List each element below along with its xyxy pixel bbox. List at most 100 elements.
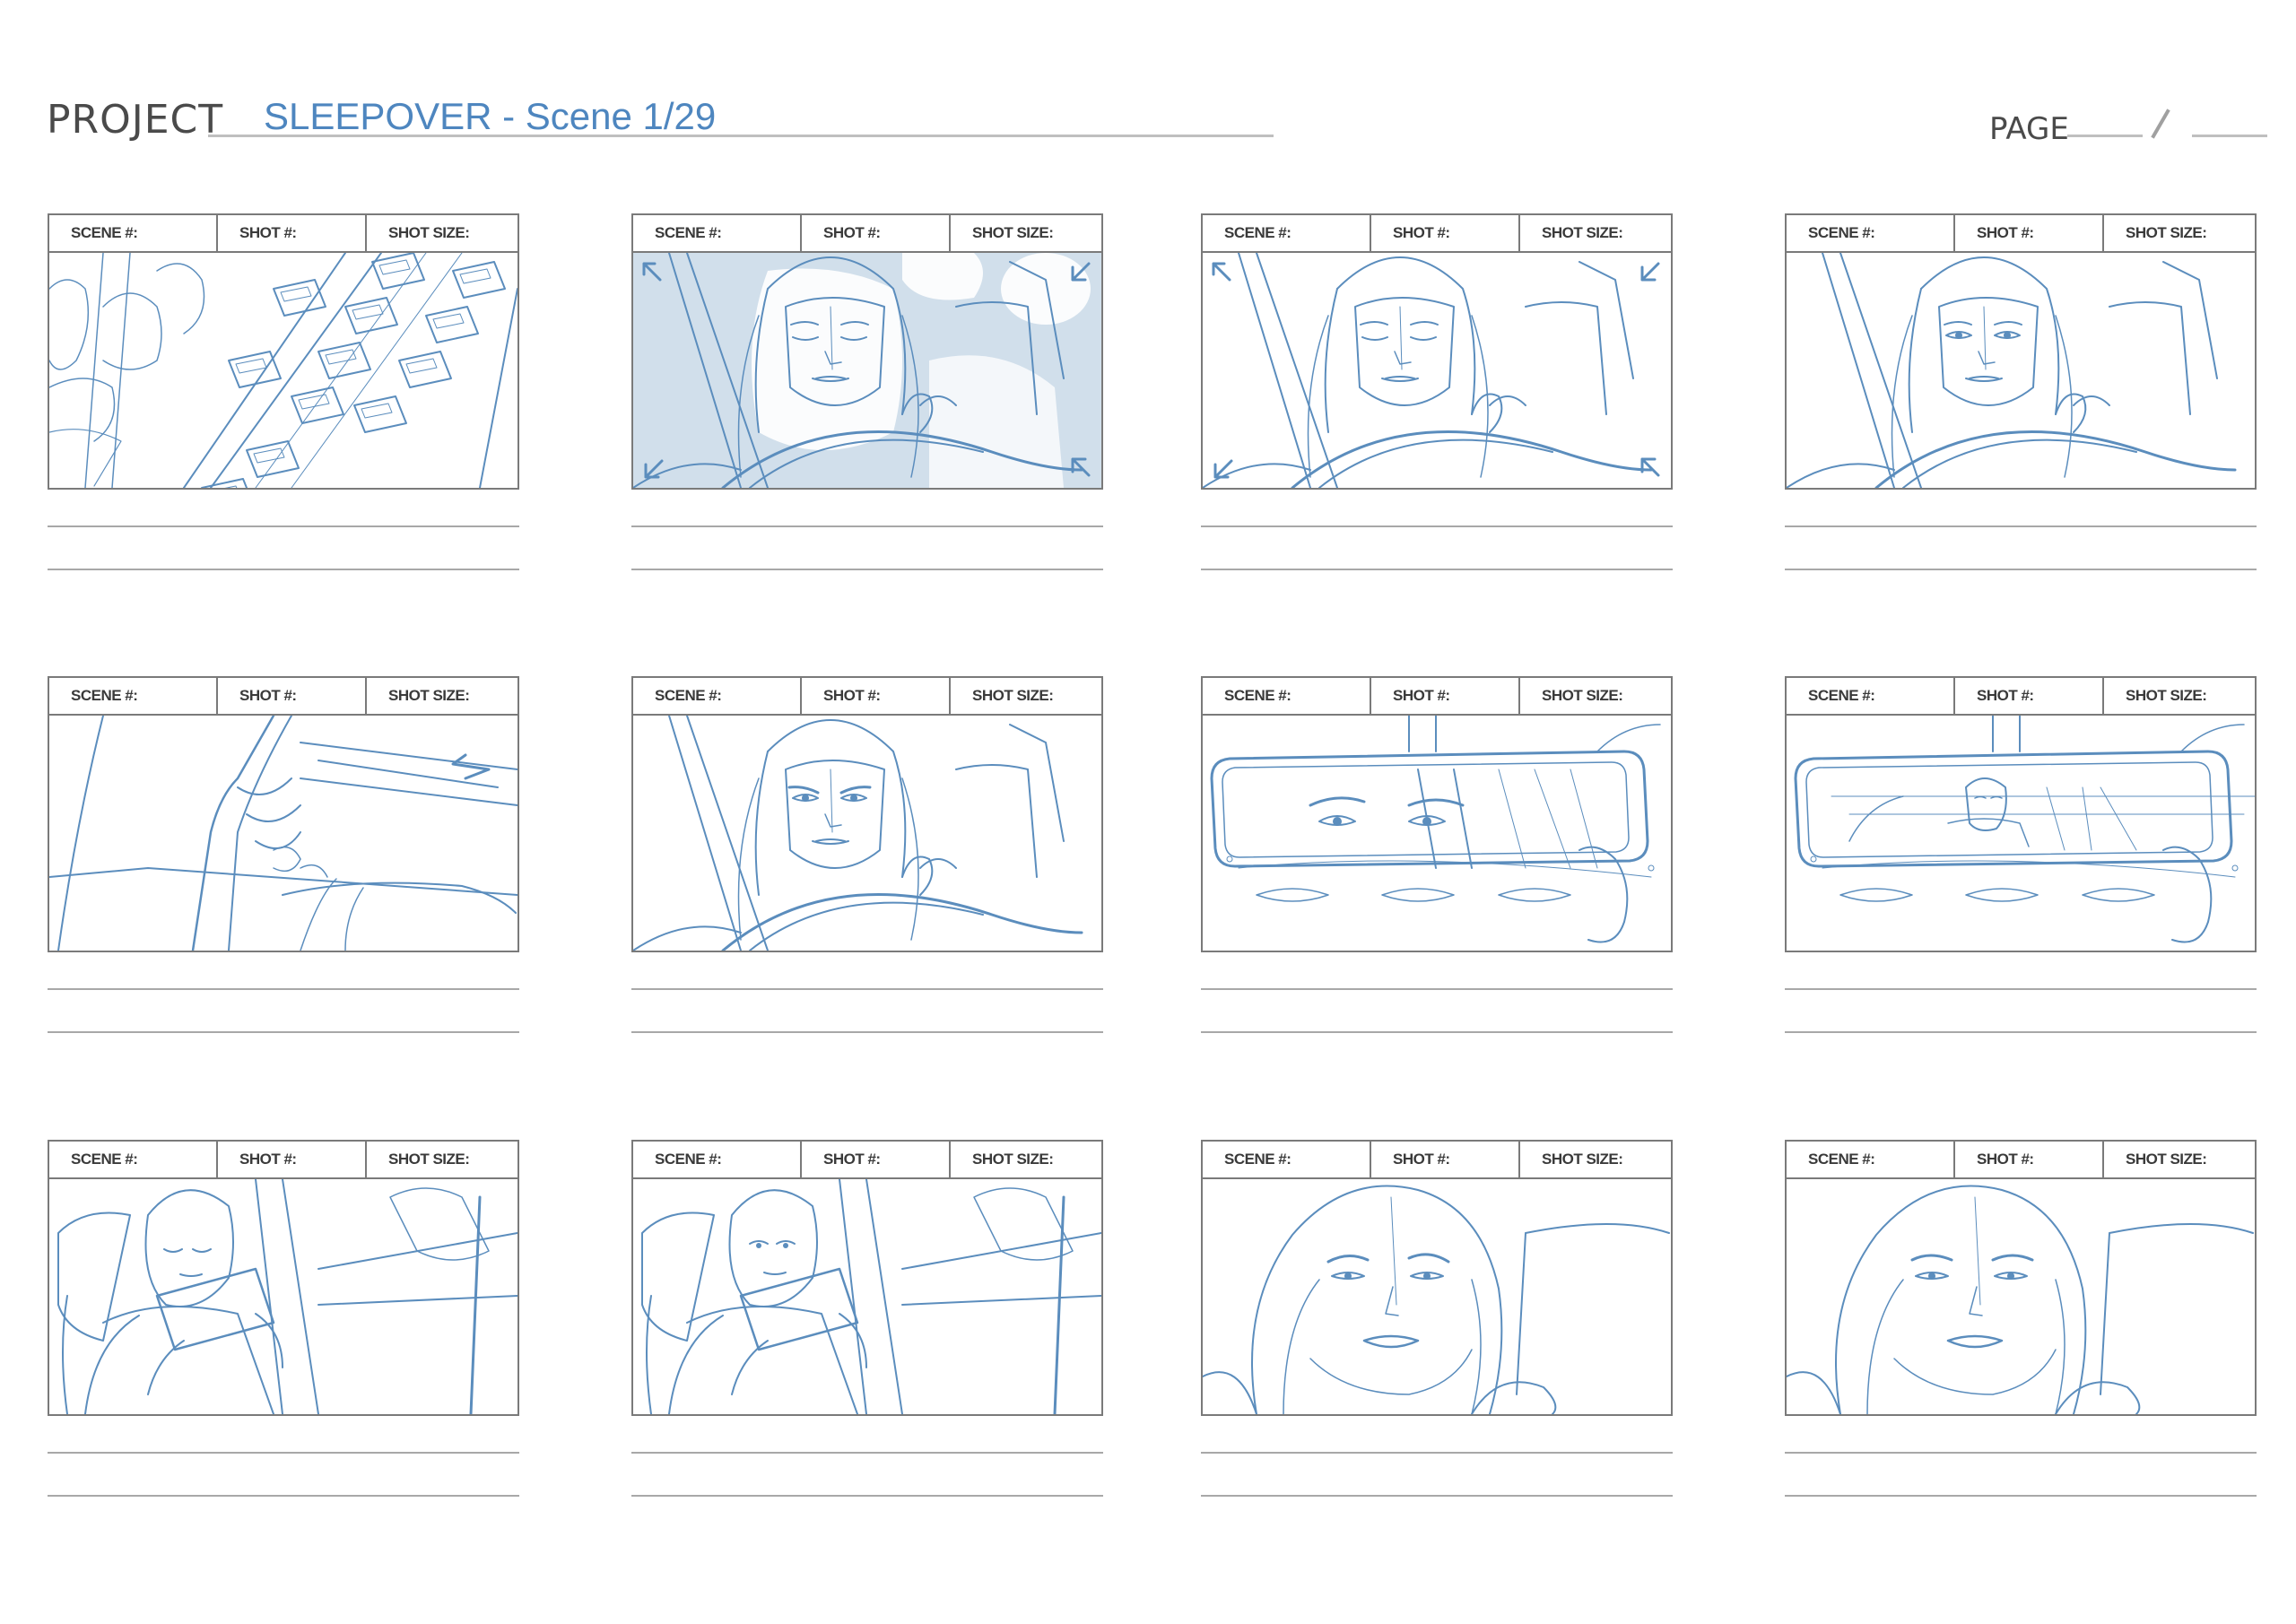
panel-header: SCENE #: SHOT #: SHOT SIZE: — [1203, 1142, 1671, 1179]
panel-header: SCENE #: SHOT #: SHOT SIZE: — [49, 215, 517, 253]
panel-frame: SCENE #: SHOT #: SHOT SIZE: — [48, 213, 519, 490]
panel-header: SCENE #: SHOT #: SHOT SIZE: — [1787, 215, 2255, 253]
shot-number-label: SHOT #: — [218, 1142, 367, 1177]
note-line — [48, 1495, 519, 1497]
sketch-woman-closeup-pursed-lips — [1203, 1185, 1670, 1414]
page-number-blank — [2067, 135, 2143, 137]
shot-number-label: SHOT #: — [802, 1142, 951, 1177]
page-total-blank — [2192, 135, 2267, 137]
shot-size-label: SHOT SIZE: — [1542, 224, 1623, 241]
shot-size-label: SHOT SIZE: — [388, 1151, 470, 1168]
panel-header: SCENE #: SHOT #: SHOT SIZE: — [633, 1142, 1101, 1179]
panel-header: SCENE #: SHOT #: SHOT SIZE: — [633, 678, 1101, 716]
panel-sketch — [1787, 716, 2255, 951]
scene-number-label: SCENE #: — [1787, 678, 1955, 714]
shot-size-label: SHOT SIZE: — [1542, 1151, 1623, 1168]
panel-sketch — [1203, 1179, 1671, 1414]
shot-number-label: SHOT #: — [802, 215, 951, 251]
shot-number-label: SHOT #: — [1955, 678, 2104, 714]
note-line — [1201, 1452, 1673, 1454]
note-line — [1785, 569, 2257, 570]
panel-header: SCENE #: SHOT #: SHOT SIZE: — [49, 1142, 517, 1179]
note-line — [1785, 525, 2257, 527]
note-line — [1201, 1495, 1673, 1497]
shot-number-label: SHOT #: — [1955, 215, 2104, 251]
sketch-woman-driving-eyes-open — [1787, 253, 2237, 488]
shot-size-label: SHOT SIZE: — [972, 687, 1054, 704]
scene-number-label: SCENE #: — [1203, 1142, 1371, 1177]
scene-number-label: SCENE #: — [633, 678, 802, 714]
shot-size-label: SHOT SIZE: — [1542, 687, 1623, 704]
panel-frame: SCENE #: SHOT #: SHOT SIZE: — [1785, 676, 2257, 952]
panel-frame: SCENE #: SHOT #: SHOT SIZE: — [631, 1140, 1103, 1416]
sketch-woman-driving-frowning — [633, 716, 1083, 951]
note-line — [631, 988, 1103, 990]
sketch-woman-driving-eyes-closed-blue-wash — [633, 253, 1101, 488]
note-line — [631, 525, 1103, 527]
scene-number-label: SCENE #: — [633, 215, 802, 251]
panel-sketch — [1203, 253, 1671, 488]
scene-number-label: SCENE #: — [1787, 1142, 1955, 1177]
shot-size-label: SHOT SIZE: — [388, 687, 470, 704]
scene-number-label: SCENE #: — [49, 1142, 218, 1177]
scene-number-label: SCENE #: — [633, 1142, 802, 1177]
shot-number-label: SHOT #: — [218, 215, 367, 251]
sketch-woman-closeup-serious — [1787, 1185, 2254, 1414]
sketch-rearview-mirror-boy-reflection — [1794, 716, 2255, 943]
note-line — [1785, 988, 2257, 990]
shot-size-label: SHOT SIZE: — [388, 224, 470, 241]
panel-frame: SCENE #: SHOT #: SHOT SIZE: — [1201, 676, 1673, 952]
shot-number-label: SHOT #: — [1371, 1142, 1520, 1177]
panel-header: SCENE #: SHOT #: SHOT SIZE: — [1203, 215, 1671, 253]
project-label: PROJECT — [47, 97, 224, 143]
shot-number-label: SHOT #: — [1955, 1142, 2104, 1177]
panel-frame: SCENE #: SHOT #: SHOT SIZE: — [1201, 1140, 1673, 1416]
sketch-foot-on-pedal-closeup — [49, 716, 517, 951]
note-line — [48, 569, 519, 570]
note-line — [1201, 988, 1673, 990]
note-line — [1785, 1031, 2257, 1033]
note-line — [48, 1452, 519, 1454]
shot-number-label: SHOT #: — [802, 678, 951, 714]
panel-frame: SCENE #: SHOT #: SHOT SIZE: — [1785, 213, 2257, 490]
shot-size-label: SHOT SIZE: — [2126, 1151, 2207, 1168]
panel-sketch — [1787, 1179, 2255, 1414]
panel-frame: SCENE #: SHOT #: SHOT SIZE: — [1201, 213, 1673, 490]
panel-header: SCENE #: SHOT #: SHOT SIZE: — [1787, 678, 2255, 716]
panel-sketch — [49, 253, 517, 488]
sketch-rearview-mirror-eyes — [1210, 716, 1661, 943]
sketch-boy-playing-handheld-game — [57, 1179, 517, 1414]
shot-size-label: SHOT SIZE: — [972, 1151, 1054, 1168]
note-line — [1201, 1031, 1673, 1033]
shot-number-label: SHOT #: — [1371, 678, 1520, 714]
note-line — [631, 1452, 1103, 1454]
note-line — [1785, 1452, 2257, 1454]
panel-sketch — [633, 1179, 1101, 1414]
note-line — [1201, 569, 1673, 570]
panel-header: SCENE #: SHOT #: SHOT SIZE: — [49, 678, 517, 716]
scene-number-label: SCENE #: — [1787, 215, 1955, 251]
note-line — [631, 1495, 1103, 1497]
shot-number-label: SHOT #: — [218, 678, 367, 714]
panel-sketch — [633, 253, 1101, 488]
panel-frame: SCENE #: SHOT #: SHOT SIZE: — [48, 676, 519, 952]
shot-size-label: SHOT SIZE: — [972, 224, 1054, 241]
page-label: PAGE — [1989, 111, 2069, 147]
shot-number-label: SHOT #: — [1371, 215, 1520, 251]
project-title: SLEEPOVER - Scene 1/29 — [264, 95, 717, 137]
sketch-highway-traffic-aerial — [49, 253, 517, 488]
panel-frame: SCENE #: SHOT #: SHOT SIZE: — [631, 676, 1103, 952]
note-line — [48, 525, 519, 527]
panel-sketch — [633, 716, 1101, 951]
scene-number-label: SCENE #: — [1203, 678, 1371, 714]
scene-number-label: SCENE #: — [49, 678, 218, 714]
sketch-boy-looking-up-from-game — [641, 1179, 1101, 1414]
sketch-woman-driving-eyes-closed — [1203, 253, 1660, 488]
note-line — [1201, 525, 1673, 527]
panel-header: SCENE #: SHOT #: SHOT SIZE: — [633, 215, 1101, 253]
panel-frame: SCENE #: SHOT #: SHOT SIZE: — [48, 1140, 519, 1416]
panel-sketch — [1203, 716, 1671, 951]
panel-sketch — [49, 716, 517, 951]
note-line — [48, 988, 519, 990]
panel-sketch — [49, 1179, 517, 1414]
